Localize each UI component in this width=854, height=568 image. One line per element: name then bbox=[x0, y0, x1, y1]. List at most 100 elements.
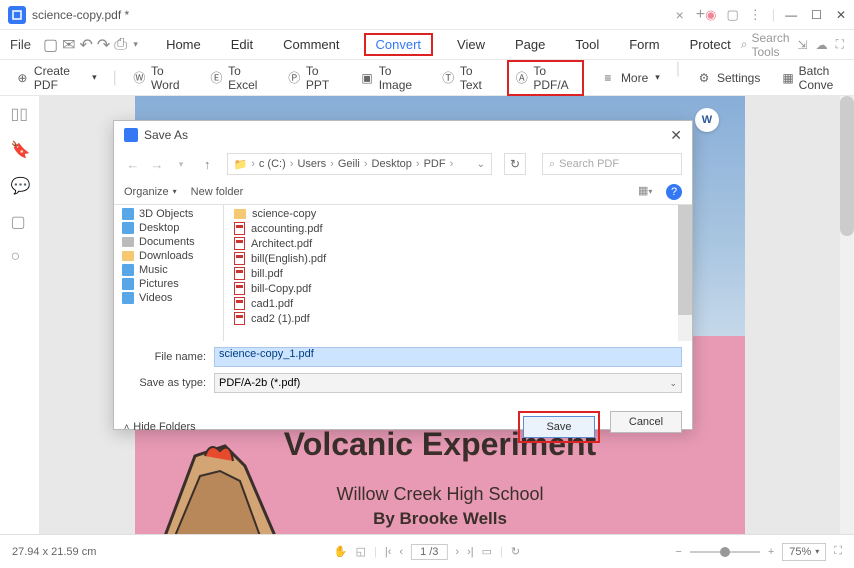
list-item: bill-Copy.pdf bbox=[224, 281, 692, 296]
nav-up-icon[interactable]: ↑ bbox=[204, 157, 211, 172]
organize-button[interactable]: Organize▾ bbox=[124, 186, 177, 198]
plus-icon: ⊕ bbox=[16, 70, 29, 86]
tree-item: Documents bbox=[114, 235, 223, 249]
minimize-icon[interactable]: — bbox=[785, 8, 797, 22]
tab-title[interactable]: science-copy.pdf * bbox=[32, 8, 672, 22]
menu-page[interactable]: Page bbox=[509, 33, 551, 56]
new-tab-icon[interactable]: + bbox=[696, 6, 705, 24]
page-input[interactable]: 1 /3 bbox=[411, 544, 447, 560]
share-icon[interactable]: ⇲ bbox=[798, 38, 808, 52]
menu-edit[interactable]: Edit bbox=[225, 33, 259, 56]
nav-forward-icon[interactable]: → bbox=[148, 157, 166, 172]
nav-back-icon[interactable]: ← bbox=[124, 157, 142, 172]
rotate-icon[interactable]: ↻ bbox=[511, 545, 520, 558]
document-scrollbar[interactable] bbox=[840, 96, 854, 534]
folder-icon: 📁 bbox=[234, 158, 248, 171]
menu-comment[interactable]: Comment bbox=[277, 33, 345, 56]
fit-icon[interactable]: ⛶ bbox=[834, 545, 842, 558]
save-as-dialog: Save As ✕ ← → ▾ ↑ 📁 › c (C:)› Users› Gei… bbox=[113, 120, 693, 430]
view-mode-icon[interactable]: ▦▾ bbox=[638, 184, 654, 200]
mail-icon[interactable]: ✉ bbox=[62, 36, 75, 54]
dialog-close-icon[interactable]: ✕ bbox=[670, 127, 682, 144]
attachment-icon[interactable]: ▢ bbox=[11, 212, 29, 230]
menu-file[interactable]: File bbox=[10, 37, 31, 52]
list-scrollbar[interactable] bbox=[678, 205, 692, 341]
redo-icon[interactable]: ↷ bbox=[97, 36, 110, 54]
print-icon[interactable]: ⎙ bbox=[114, 36, 127, 54]
undo-icon[interactable]: ↶ bbox=[79, 36, 92, 54]
fullscreen-icon[interactable]: ⛶ bbox=[836, 37, 844, 52]
word-icon: Ⓦ bbox=[133, 70, 146, 86]
tree-item: Videos bbox=[114, 291, 223, 305]
file-name-input[interactable]: science-copy_1.pdf bbox=[214, 347, 682, 367]
refresh-button[interactable]: ↻ bbox=[504, 153, 526, 175]
menu-view[interactable]: View bbox=[451, 33, 491, 56]
menubar: File ▢ ✉ ↶ ↷ ⎙ ▾ Home Edit Comment Conve… bbox=[0, 30, 854, 60]
menu-tool[interactable]: Tool bbox=[569, 33, 605, 56]
zoom-slider[interactable] bbox=[690, 551, 760, 553]
help-icon[interactable]: ? bbox=[666, 184, 682, 200]
next-page-icon[interactable]: › bbox=[455, 546, 459, 558]
save-type-combo[interactable]: PDF/A-2b (*.pdf)⌄ bbox=[214, 373, 682, 393]
batch-convert-button[interactable]: ▦Batch Conve bbox=[776, 60, 844, 96]
zoom-in-icon[interactable]: + bbox=[768, 546, 774, 558]
continuous-icon[interactable]: ▭ bbox=[482, 545, 492, 558]
chevron-down-icon[interactable]: ▾ bbox=[131, 36, 140, 54]
menu-protect[interactable]: Protect bbox=[684, 33, 737, 56]
save-button[interactable]: Save bbox=[523, 416, 595, 438]
list-item: science-copy bbox=[224, 207, 692, 221]
left-sidebar: ▯▯ 🔖 💬 ▢ ○ bbox=[0, 96, 40, 534]
to-word-button[interactable]: ⓌTo Word bbox=[127, 60, 194, 96]
file-list[interactable]: science-copy accounting.pdf Architect.pd… bbox=[224, 205, 692, 341]
nav-history-icon[interactable]: ▾ bbox=[172, 159, 190, 170]
profile-icon[interactable]: ◉ bbox=[705, 7, 716, 23]
new-folder-button[interactable]: New folder bbox=[191, 186, 244, 198]
to-excel-button[interactable]: ⒺTo Excel bbox=[204, 60, 272, 96]
create-pdf-button[interactable]: ⊕Create PDF▾ bbox=[10, 60, 103, 96]
word-badge-icon[interactable]: W bbox=[695, 108, 719, 132]
search-icon: ⌕ bbox=[741, 37, 748, 52]
to-text-button[interactable]: ⓉTo Text bbox=[436, 60, 497, 96]
select-icon[interactable]: ◱ bbox=[356, 545, 366, 558]
to-pdfa-button[interactable]: ⒶTo PDF/A bbox=[507, 60, 584, 96]
more-icon: ≡ bbox=[600, 70, 616, 86]
search-panel-icon[interactable]: ○ bbox=[11, 248, 29, 266]
hand-icon[interactable]: ✋ bbox=[334, 545, 348, 558]
menu-home[interactable]: Home bbox=[160, 33, 207, 56]
bookmark-icon[interactable]: 🔖 bbox=[11, 140, 29, 158]
zoom-out-icon[interactable]: − bbox=[675, 546, 681, 558]
list-item: cad1.pdf bbox=[224, 296, 692, 311]
chevron-up-icon: ˄ bbox=[124, 422, 129, 432]
gear-icon: ⚙ bbox=[696, 70, 712, 86]
toolbar: ⊕Create PDF▾ | ⓌTo Word ⒺTo Excel ⓅTo PP… bbox=[0, 60, 854, 96]
more-button[interactable]: ≡More▾ bbox=[594, 60, 666, 96]
to-image-button[interactable]: ▣To Image bbox=[354, 60, 425, 96]
comment-icon[interactable]: 💬 bbox=[11, 176, 29, 194]
dialog-title-text: Save As bbox=[144, 128, 188, 142]
maximize-icon[interactable]: ☐ bbox=[811, 8, 822, 22]
tab-close-icon[interactable]: × bbox=[676, 7, 684, 23]
first-page-icon[interactable]: |‹ bbox=[385, 546, 392, 558]
search-input[interactable]: ⌕ Search PDF bbox=[542, 153, 682, 175]
settings-button[interactable]: ⚙Settings bbox=[690, 60, 766, 96]
pdfa-icon: Ⓐ bbox=[515, 70, 528, 86]
close-icon[interactable]: ✕ bbox=[836, 8, 846, 22]
window-icon[interactable]: ▢ bbox=[726, 7, 738, 23]
menu-form[interactable]: Form bbox=[623, 33, 665, 56]
cancel-button[interactable]: Cancel bbox=[610, 411, 682, 433]
thumbnails-icon[interactable]: ▯▯ bbox=[11, 104, 29, 122]
text-icon: Ⓣ bbox=[442, 70, 455, 86]
prev-page-icon[interactable]: ‹ bbox=[399, 546, 403, 558]
last-page-icon[interactable]: ›| bbox=[467, 546, 474, 558]
hide-folders-button[interactable]: ˄Hide Folders bbox=[124, 421, 196, 433]
folder-tree[interactable]: 3D Objects Desktop Documents Downloads M… bbox=[114, 205, 224, 341]
list-item: cad2 (1).pdf bbox=[224, 311, 692, 326]
zoom-level[interactable]: 75%▾ bbox=[782, 543, 826, 561]
cloud-icon[interactable]: ☁ bbox=[816, 38, 828, 52]
to-ppt-button[interactable]: ⓅTo PPT bbox=[282, 60, 345, 96]
kebab-icon[interactable]: ⋮ bbox=[749, 7, 762, 23]
search-tools[interactable]: ⌕ Search Tools bbox=[741, 31, 790, 59]
menu-convert[interactable]: Convert bbox=[364, 33, 434, 56]
breadcrumb[interactable]: 📁 › c (C:)› Users› Geili› Desktop› PDF› … bbox=[227, 153, 493, 175]
save-icon[interactable]: ▢ bbox=[43, 36, 58, 54]
